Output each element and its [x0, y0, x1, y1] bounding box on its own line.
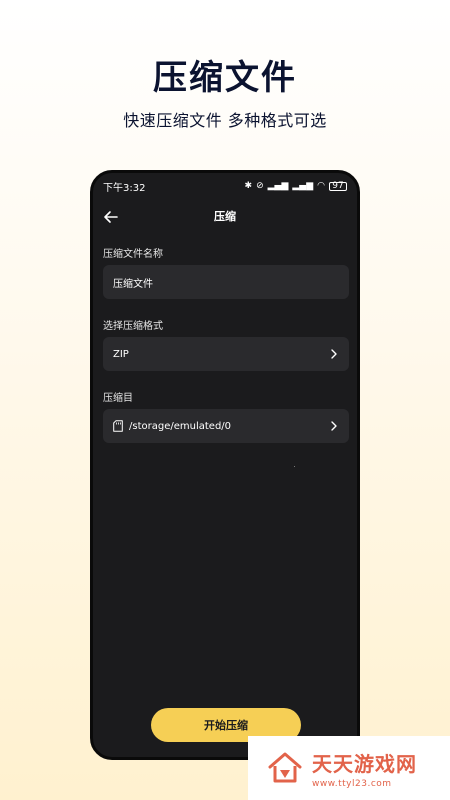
promo-subheadline: 快速压缩文件 多种格式可选: [123, 111, 327, 130]
house-logo-icon: [268, 752, 302, 783]
format-label: 选择压缩格式: [103, 321, 163, 332]
mute-icon: ⊘: [256, 181, 264, 191]
signal-icon: ▂▄▆: [267, 181, 289, 191]
archive-name-label: 压缩文件名称: [103, 249, 163, 260]
directory-selector[interactable]: /storage/emulated/0: [103, 409, 349, 443]
page-title: 压缩: [214, 210, 236, 223]
status-time: 下午3:32: [103, 182, 146, 194]
app-toolbar: 压缩: [93, 206, 357, 228]
archive-name-field[interactable]: 压缩文件: [103, 265, 349, 299]
format-selector[interactable]: ZIP: [103, 337, 349, 371]
archive-name-value: 压缩文件: [113, 278, 153, 290]
watermark-title: 天天游戏网: [312, 751, 417, 776]
chevron-right-icon: [331, 349, 337, 359]
format-value: ZIP: [113, 348, 129, 360]
chevron-right-icon: [331, 421, 337, 431]
sd-card-icon: [113, 420, 123, 432]
directory-label: 压缩目: [103, 393, 133, 404]
promo-headline: 压缩文件: [153, 58, 297, 98]
stray-dot: [294, 466, 295, 467]
status-icons: ✱ ⊘ ▂▄▆ ▂▄▆ ◠ 97: [245, 181, 347, 191]
directory-value: /storage/emulated/0: [129, 420, 232, 432]
phone-frame: 下午3:32 ✱ ⊘ ▂▄▆ ▂▄▆ ◠ 97 压缩 压缩文件名称 压缩文件 选…: [90, 170, 360, 760]
wifi-icon: ◠: [317, 181, 325, 191]
signal-icon: ▂▄▆: [292, 181, 314, 191]
site-watermark: 天天游戏网 www.ttyl23.com: [248, 736, 450, 800]
status-bar: 下午3:32 ✱ ⊘ ▂▄▆ ▂▄▆ ◠ 97: [103, 179, 347, 194]
bluetooth-icon: ✱: [244, 181, 253, 191]
battery-icon: 97: [329, 181, 347, 191]
watermark-url: www.ttyl23.com: [312, 778, 392, 789]
